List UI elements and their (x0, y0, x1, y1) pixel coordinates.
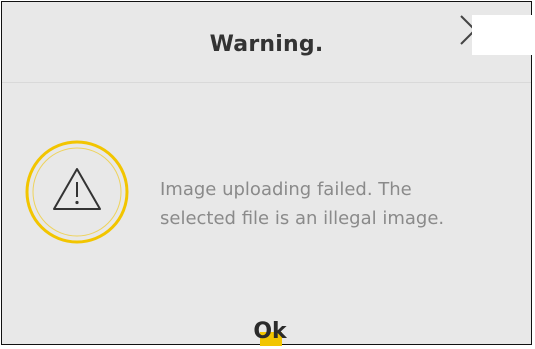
message-line-2: selected file is an illegal image. (160, 208, 445, 229)
corner-overlay (472, 15, 534, 55)
dialog-header: Warning. (2, 2, 531, 83)
warning-icon (22, 137, 132, 247)
ok-label: Ok (253, 319, 287, 344)
dialog-title: Warning. (209, 32, 324, 57)
dialog-message: Image uploading failed. The selected fil… (160, 175, 520, 233)
dialog-body: Image uploading failed. The selected fil… (2, 137, 531, 257)
warning-dialog: Warning. Image uploading failed. The sel… (1, 1, 532, 346)
ok-button[interactable]: Ok (230, 318, 310, 346)
message-line-1: Image uploading failed. The (160, 179, 412, 200)
